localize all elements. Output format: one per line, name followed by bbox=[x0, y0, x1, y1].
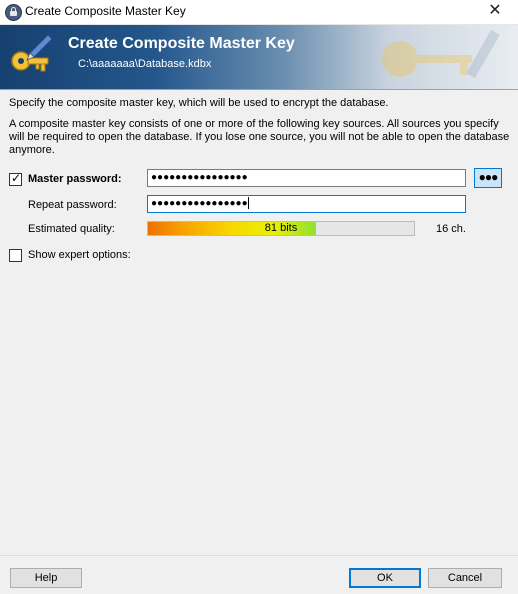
master-password-label: Master password: bbox=[28, 173, 122, 185]
banner-divider bbox=[0, 89, 518, 90]
footer-divider bbox=[0, 555, 518, 556]
description-text: Specify the composite master key, which … bbox=[9, 97, 389, 109]
repeat-password-value: ●●●●●●●●●●●●●●●● bbox=[151, 198, 248, 209]
quality-bits-text: 81 bits bbox=[264, 222, 298, 234]
key-pen-icon bbox=[11, 34, 53, 72]
header-banner: Create Composite Master Key C:\aaaaaaa\D… bbox=[0, 25, 518, 89]
checkmark-icon: ✓ bbox=[11, 171, 22, 185]
banner-background-art bbox=[382, 29, 500, 79]
help-button[interactable]: Help bbox=[10, 568, 82, 588]
close-icon[interactable]: ✕ bbox=[472, 0, 518, 24]
title-bar: Create Composite Master Key ✕ bbox=[0, 0, 518, 25]
window-title: Create Composite Master Key bbox=[25, 4, 186, 18]
text-caret bbox=[247, 197, 249, 210]
quality-progress-bar: 81 bits bbox=[147, 221, 415, 236]
database-path: C:\aaaaaaa\Database.kdbx bbox=[78, 58, 212, 70]
repeat-password-input[interactable]: ●●●●●●●●●●●●●●●● bbox=[147, 195, 466, 213]
banner-heading: Create Composite Master Key bbox=[68, 35, 295, 52]
repeat-password-label: Repeat password: bbox=[28, 199, 117, 211]
estimated-quality-label: Estimated quality: bbox=[28, 223, 115, 235]
info-text: A composite master key consists of one o… bbox=[9, 118, 510, 156]
show-password-button[interactable]: ●●● bbox=[474, 168, 502, 188]
expert-options-label: Show expert options: bbox=[28, 249, 131, 261]
cancel-button[interactable]: Cancel bbox=[428, 568, 502, 588]
ok-button[interactable]: OK bbox=[349, 568, 421, 588]
master-password-checkbox[interactable]: ✓ bbox=[9, 171, 22, 186]
expert-options-checkbox[interactable] bbox=[9, 249, 22, 262]
quality-chars-text: 16 ch. bbox=[436, 223, 466, 235]
lock-icon bbox=[5, 4, 22, 21]
master-password-input[interactable]: ●●●●●●●●●●●●●●●● bbox=[147, 169, 466, 187]
